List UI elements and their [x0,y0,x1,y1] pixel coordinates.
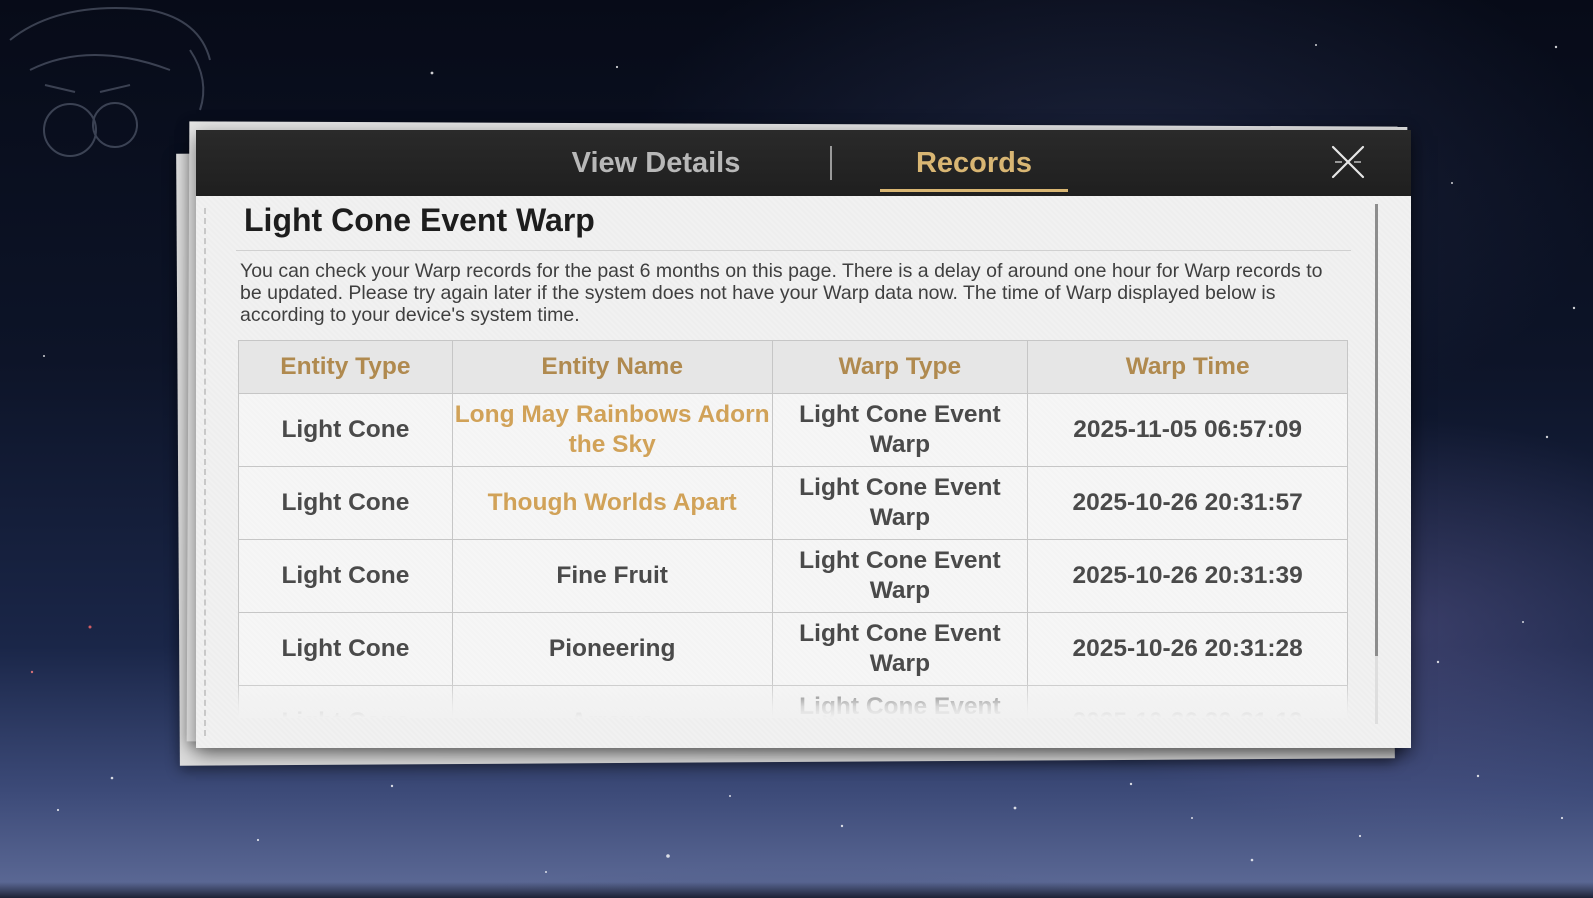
cell-entity-type: Light Cone [238,685,453,718]
header-entity-type: Entity Type [238,340,453,394]
page-margin-rule [204,208,206,736]
table-header-row: Entity Type Entity Name Warp Type Warp T… [238,340,1348,394]
cell-entity-type: Light Cone [238,539,453,613]
tab-view-details[interactable]: View Details [526,130,786,196]
close-icon [1331,145,1365,179]
cell-warp-time: 2025-11-05 06:57:09 [1027,393,1348,467]
cell-entity-type: Light Cone [238,612,453,686]
active-tab-indicator [880,189,1068,192]
tab-divider [830,146,832,180]
cell-warp-time: 2025-10-26 20:31:57 [1027,466,1348,540]
records-table: Entity Type Entity Name Warp Type Warp T… [238,340,1348,718]
tab-records[interactable]: Records [880,130,1068,196]
cell-entity-name: Fine Fruit [451,539,773,613]
cell-warp-type: Light Cone Event Warp [771,466,1029,540]
table-row: Light Cone Fine Fruit Light Cone Event W… [238,539,1348,613]
warp-records-dialog: View Details Records Light Cone Event Wa… [196,130,1411,748]
records-content: Light Cone Event Warp You can check your… [196,196,1411,748]
cell-warp-type: Light Cone Event Warp [771,612,1029,686]
cell-entity-type: Light Cone [238,393,453,467]
records-table-container[interactable]: Entity Type Entity Name Warp Type Warp T… [238,340,1348,718]
cell-entity-name: Arrows [451,685,773,718]
cell-warp-type: Light Cone Event Warp [771,393,1029,467]
close-button[interactable] [1330,144,1366,180]
table-row: Light Cone Arrows Light Cone Event Warp … [238,685,1348,718]
records-description: You can check your Warp records for the … [240,260,1323,326]
table-row: Light Cone Pioneering Light Cone Event W… [238,612,1348,686]
header-entity-name: Entity Name [451,340,773,394]
header-warp-type: Warp Type [771,340,1029,394]
cell-entity-name: Though Worlds Apart [451,466,773,540]
tab-bar: View Details Records [196,130,1411,196]
cell-entity-type: Light Cone [238,466,453,540]
cell-warp-type: Light Cone Event Warp [771,539,1029,613]
bottom-edge [0,882,1593,898]
title-divider [236,250,1351,251]
cell-entity-name: Pioneering [451,612,773,686]
scrollbar-thumb[interactable] [1375,204,1378,656]
table-row: Light Cone Though Worlds Apart Light Con… [238,466,1348,540]
table-row: Light Cone Long May Rainbows Adorn the S… [238,393,1348,467]
cell-warp-time: 2025-10-26 20:31:28 [1027,612,1348,686]
cell-warp-time: 2025-10-26 20:31:19 [1027,685,1348,718]
cell-warp-time: 2025-10-26 20:31:39 [1027,539,1348,613]
cell-entity-name: Long May Rainbows Adorn the Sky [451,393,773,467]
cell-warp-type: Light Cone Event Warp [771,685,1029,718]
page-title: Light Cone Event Warp [244,202,595,238]
header-warp-time: Warp Time [1027,340,1348,394]
